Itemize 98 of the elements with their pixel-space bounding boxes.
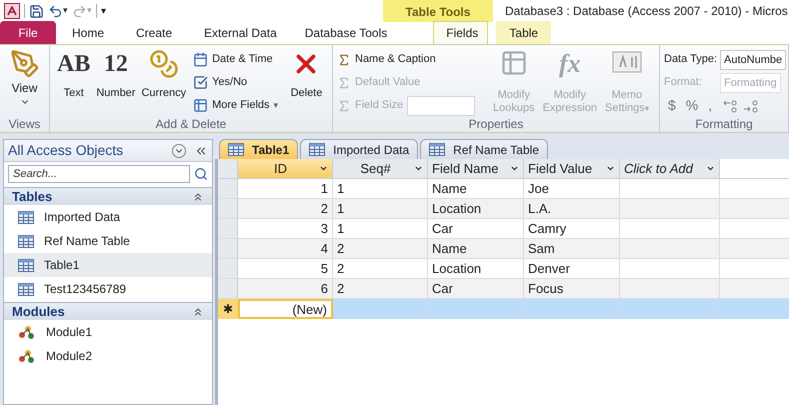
- column-header[interactable]: Field Value: [524, 159, 620, 178]
- table-cell: Sam: [524, 239, 620, 258]
- undo-button[interactable]: ▾: [48, 4, 68, 18]
- table-icon: [18, 210, 34, 224]
- nav-group-header[interactable]: Modules: [4, 302, 212, 320]
- table-icon: [18, 234, 34, 248]
- table-icon: [228, 143, 244, 156]
- table-cell: Name: [428, 239, 524, 258]
- save-button[interactable]: [29, 4, 44, 18]
- number-format-button[interactable]: ,: [708, 95, 712, 116]
- data-type-dropdown[interactable]: AutoNumbe: [720, 50, 786, 70]
- document-tab[interactable]: Imported Data: [300, 139, 418, 159]
- column-header[interactable]: ID: [238, 159, 333, 178]
- table-icon: [309, 143, 326, 156]
- calendar-icon: [193, 52, 208, 67]
- table-cell[interactable]: (New): [238, 299, 333, 319]
- table-cell: 4: [238, 239, 333, 258]
- field-type-glyph: 12: [104, 50, 128, 79]
- search-icon[interactable]: [194, 167, 208, 181]
- ribbon-tab[interactable]: External Data: [192, 21, 289, 44]
- table-cell: Location: [428, 199, 524, 218]
- number-format-button[interactable]: %: [686, 95, 698, 116]
- module-icon: [18, 348, 36, 364]
- ribbon-tab[interactable]: Database Tools: [292, 21, 400, 44]
- table-cell: Location: [428, 259, 524, 278]
- property-button[interactable]: Name & Caption: [337, 51, 436, 68]
- field-type-glyph: AB: [57, 50, 90, 79]
- ribbon-group-label: Formatting: [694, 116, 754, 132]
- field-type-button[interactable]: Date & Time: [193, 49, 279, 70]
- table-cell: Denver: [524, 259, 620, 278]
- table-icon: [18, 258, 34, 272]
- number-format-button[interactable]: $: [668, 95, 676, 116]
- select-all-corner[interactable]: [218, 159, 238, 178]
- table-cell: 2: [238, 199, 333, 218]
- ribbon-group-label: Properties: [468, 116, 524, 132]
- column-header[interactable]: Field Name: [428, 159, 524, 178]
- ribbon-tab[interactable]: File: [0, 21, 56, 44]
- checkbox-icon: [193, 75, 208, 90]
- record-selector[interactable]: [218, 199, 238, 218]
- coins-icon: [148, 49, 179, 79]
- table-cell: 1: [333, 199, 428, 218]
- table-cell: 1: [333, 219, 428, 238]
- table-icon: [18, 282, 34, 296]
- table-cell: 1: [238, 179, 333, 198]
- table-cell: Name: [428, 179, 524, 198]
- nav-menu-button[interactable]: [172, 144, 186, 158]
- table-icon: [429, 143, 446, 156]
- search-field[interactable]: Search...: [8, 165, 190, 183]
- data-type-label: Data Type:: [664, 52, 717, 68]
- record-selector[interactable]: [218, 219, 238, 238]
- context-tab-header: Table Tools: [383, 0, 493, 22]
- table-cell: L.A.: [524, 199, 620, 218]
- record-selector[interactable]: [218, 239, 238, 258]
- table-cell: Focus: [524, 279, 620, 298]
- field-type-button[interactable]: Yes/No: [193, 72, 279, 93]
- format-label: Format:: [664, 75, 703, 90]
- document-tab[interactable]: Table1: [219, 139, 298, 159]
- ribbon-tab[interactable]: Fields: [433, 21, 488, 44]
- ribbon-tab[interactable]: Home: [60, 21, 116, 44]
- document-tab[interactable]: Ref Name Table: [420, 139, 548, 159]
- field-type-button[interactable]: 12 Number: [93, 49, 138, 101]
- ribbon-tab[interactable]: Table: [496, 21, 552, 44]
- nav-group-header[interactable]: Tables: [4, 187, 212, 205]
- nav-pane-title: All Access Objects: [8, 141, 124, 160]
- customize-toolbar-button[interactable]: ▾: [101, 4, 106, 18]
- table-cell: 2: [333, 239, 428, 258]
- table-cell: 6: [238, 279, 333, 298]
- record-selector[interactable]: [218, 179, 238, 198]
- column-header[interactable]: Seq#: [333, 159, 428, 178]
- field-size-input[interactable]: [407, 96, 476, 116]
- table-cell: Joe: [524, 179, 620, 198]
- ribbon-group-label: Views: [8, 116, 42, 132]
- table-cell: Car: [428, 219, 524, 238]
- table-cell: 5: [238, 259, 333, 278]
- record-selector[interactable]: [218, 279, 238, 298]
- table-cell: Camry: [524, 219, 620, 238]
- field-type-button[interactable]: AB Text: [54, 49, 94, 101]
- table-cell: 2: [333, 259, 428, 278]
- table-cell: 2: [333, 279, 428, 298]
- column-header[interactable]: Click to Add: [620, 159, 720, 178]
- table-cell: 1: [333, 179, 428, 198]
- record-selector[interactable]: [218, 259, 238, 278]
- double-chevron-up-icon: [192, 190, 204, 202]
- window-title: Database3 : Database (Access 2007 - 2010) - Micros: [504, 3, 788, 20]
- ribbon-tab[interactable]: Create: [124, 21, 184, 44]
- function-glyph: fx: [558, 49, 581, 79]
- delete-button[interactable]: Delete: [286, 49, 326, 101]
- new-record-marker: ✱: [218, 299, 238, 319]
- table-cell: Car: [428, 279, 524, 298]
- view-button[interactable]: View: [4, 49, 45, 116]
- app-logo-icon: [4, 3, 20, 19]
- field-type-button[interactable]: Currency: [138, 49, 190, 101]
- ribbon-group-label: Add & Delete: [154, 116, 228, 132]
- table-cell: 3: [238, 219, 333, 238]
- nav-item[interactable]: Table1: [4, 253, 212, 277]
- field-type-button[interactable]: More Fields ▾: [193, 95, 279, 116]
- double-chevron-up-icon: [192, 306, 204, 318]
- module-icon: [18, 324, 36, 340]
